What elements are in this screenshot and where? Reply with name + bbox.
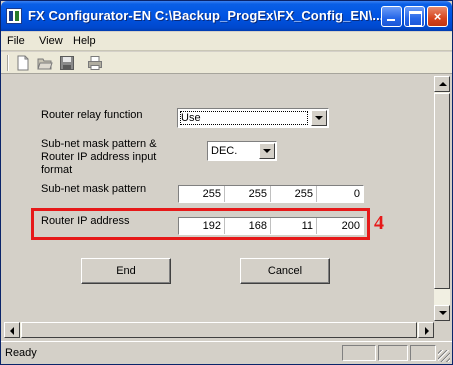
vertical-scroll-thumb[interactable] [434, 93, 450, 289]
toolbar-grip [7, 55, 9, 71]
open-folder-icon[interactable] [37, 55, 53, 71]
arrow-left-icon [10, 327, 14, 335]
arrow-right-icon [425, 327, 429, 335]
vertical-scrollbar[interactable] [434, 76, 450, 321]
input-format-select[interactable]: DEC. [207, 141, 277, 161]
resize-grip-icon[interactable] [438, 350, 450, 362]
status-text: Ready [5, 347, 37, 359]
menu-bar: File View Help [1, 32, 452, 51]
print-icon[interactable] [87, 55, 103, 71]
toolbar [1, 52, 452, 74]
subnet-octet-4[interactable]: 0 [317, 186, 363, 202]
app-icon [6, 8, 22, 24]
subnet-mask-label: Sub-net mask pattern [41, 183, 147, 195]
status-pane-1 [342, 345, 376, 361]
new-file-icon[interactable] [15, 55, 31, 71]
scroll-down-button[interactable] [434, 305, 450, 321]
app-window: FX Configurator-EN C:\Backup_ProgEx\FX_C… [0, 0, 453, 365]
router-relay-label: Router relay function [41, 109, 143, 121]
window-title: FX Configurator-EN C:\Backup_ProgEx\FX_C… [28, 8, 384, 23]
horizontal-scroll-thumb[interactable] [21, 322, 417, 338]
subnet-octet-2[interactable]: 255 [225, 186, 271, 202]
router-relay-value: Use [181, 112, 201, 124]
annotation-callout-number: 4 [374, 212, 384, 234]
maximize-button[interactable] [404, 6, 425, 27]
input-format-dropdown-button[interactable] [259, 143, 275, 159]
status-pane-2 [378, 345, 408, 361]
menu-help[interactable]: Help [73, 35, 96, 47]
status-bar: Ready [1, 341, 452, 364]
arrow-down-icon [439, 311, 447, 315]
cancel-button[interactable]: Cancel [240, 258, 330, 284]
input-format-label: Sub-net mask pattern & Router IP address… [41, 138, 157, 176]
close-button[interactable]: × [427, 6, 448, 27]
arrow-up-icon [439, 82, 447, 86]
scroll-right-button[interactable] [418, 322, 434, 338]
scroll-up-button[interactable] [434, 76, 450, 92]
menu-view[interactable]: View [39, 35, 63, 47]
save-icon[interactable] [59, 55, 75, 71]
title-bar[interactable]: FX Configurator-EN C:\Backup_ProgEx\FX_C… [1, 1, 452, 31]
scrollbar-corner [434, 322, 450, 338]
minimize-button[interactable] [381, 6, 402, 27]
status-pane-3 [410, 345, 436, 361]
annotation-highlight-box [31, 208, 370, 240]
chevron-down-icon [263, 149, 271, 153]
input-format-value: DEC. [211, 145, 238, 157]
scroll-left-button[interactable] [4, 322, 20, 338]
subnet-octet-3[interactable]: 255 [271, 186, 317, 202]
chevron-down-icon [315, 116, 323, 120]
subnet-octet-1[interactable]: 255 [179, 186, 225, 202]
subnet-mask-input[interactable]: 255 255 255 0 [178, 185, 364, 203]
menu-file[interactable]: File [7, 35, 25, 47]
horizontal-scrollbar[interactable] [4, 322, 434, 338]
end-button[interactable]: End [81, 258, 171, 284]
router-relay-dropdown-button[interactable] [311, 110, 327, 126]
router-relay-select[interactable]: Use [177, 108, 329, 128]
